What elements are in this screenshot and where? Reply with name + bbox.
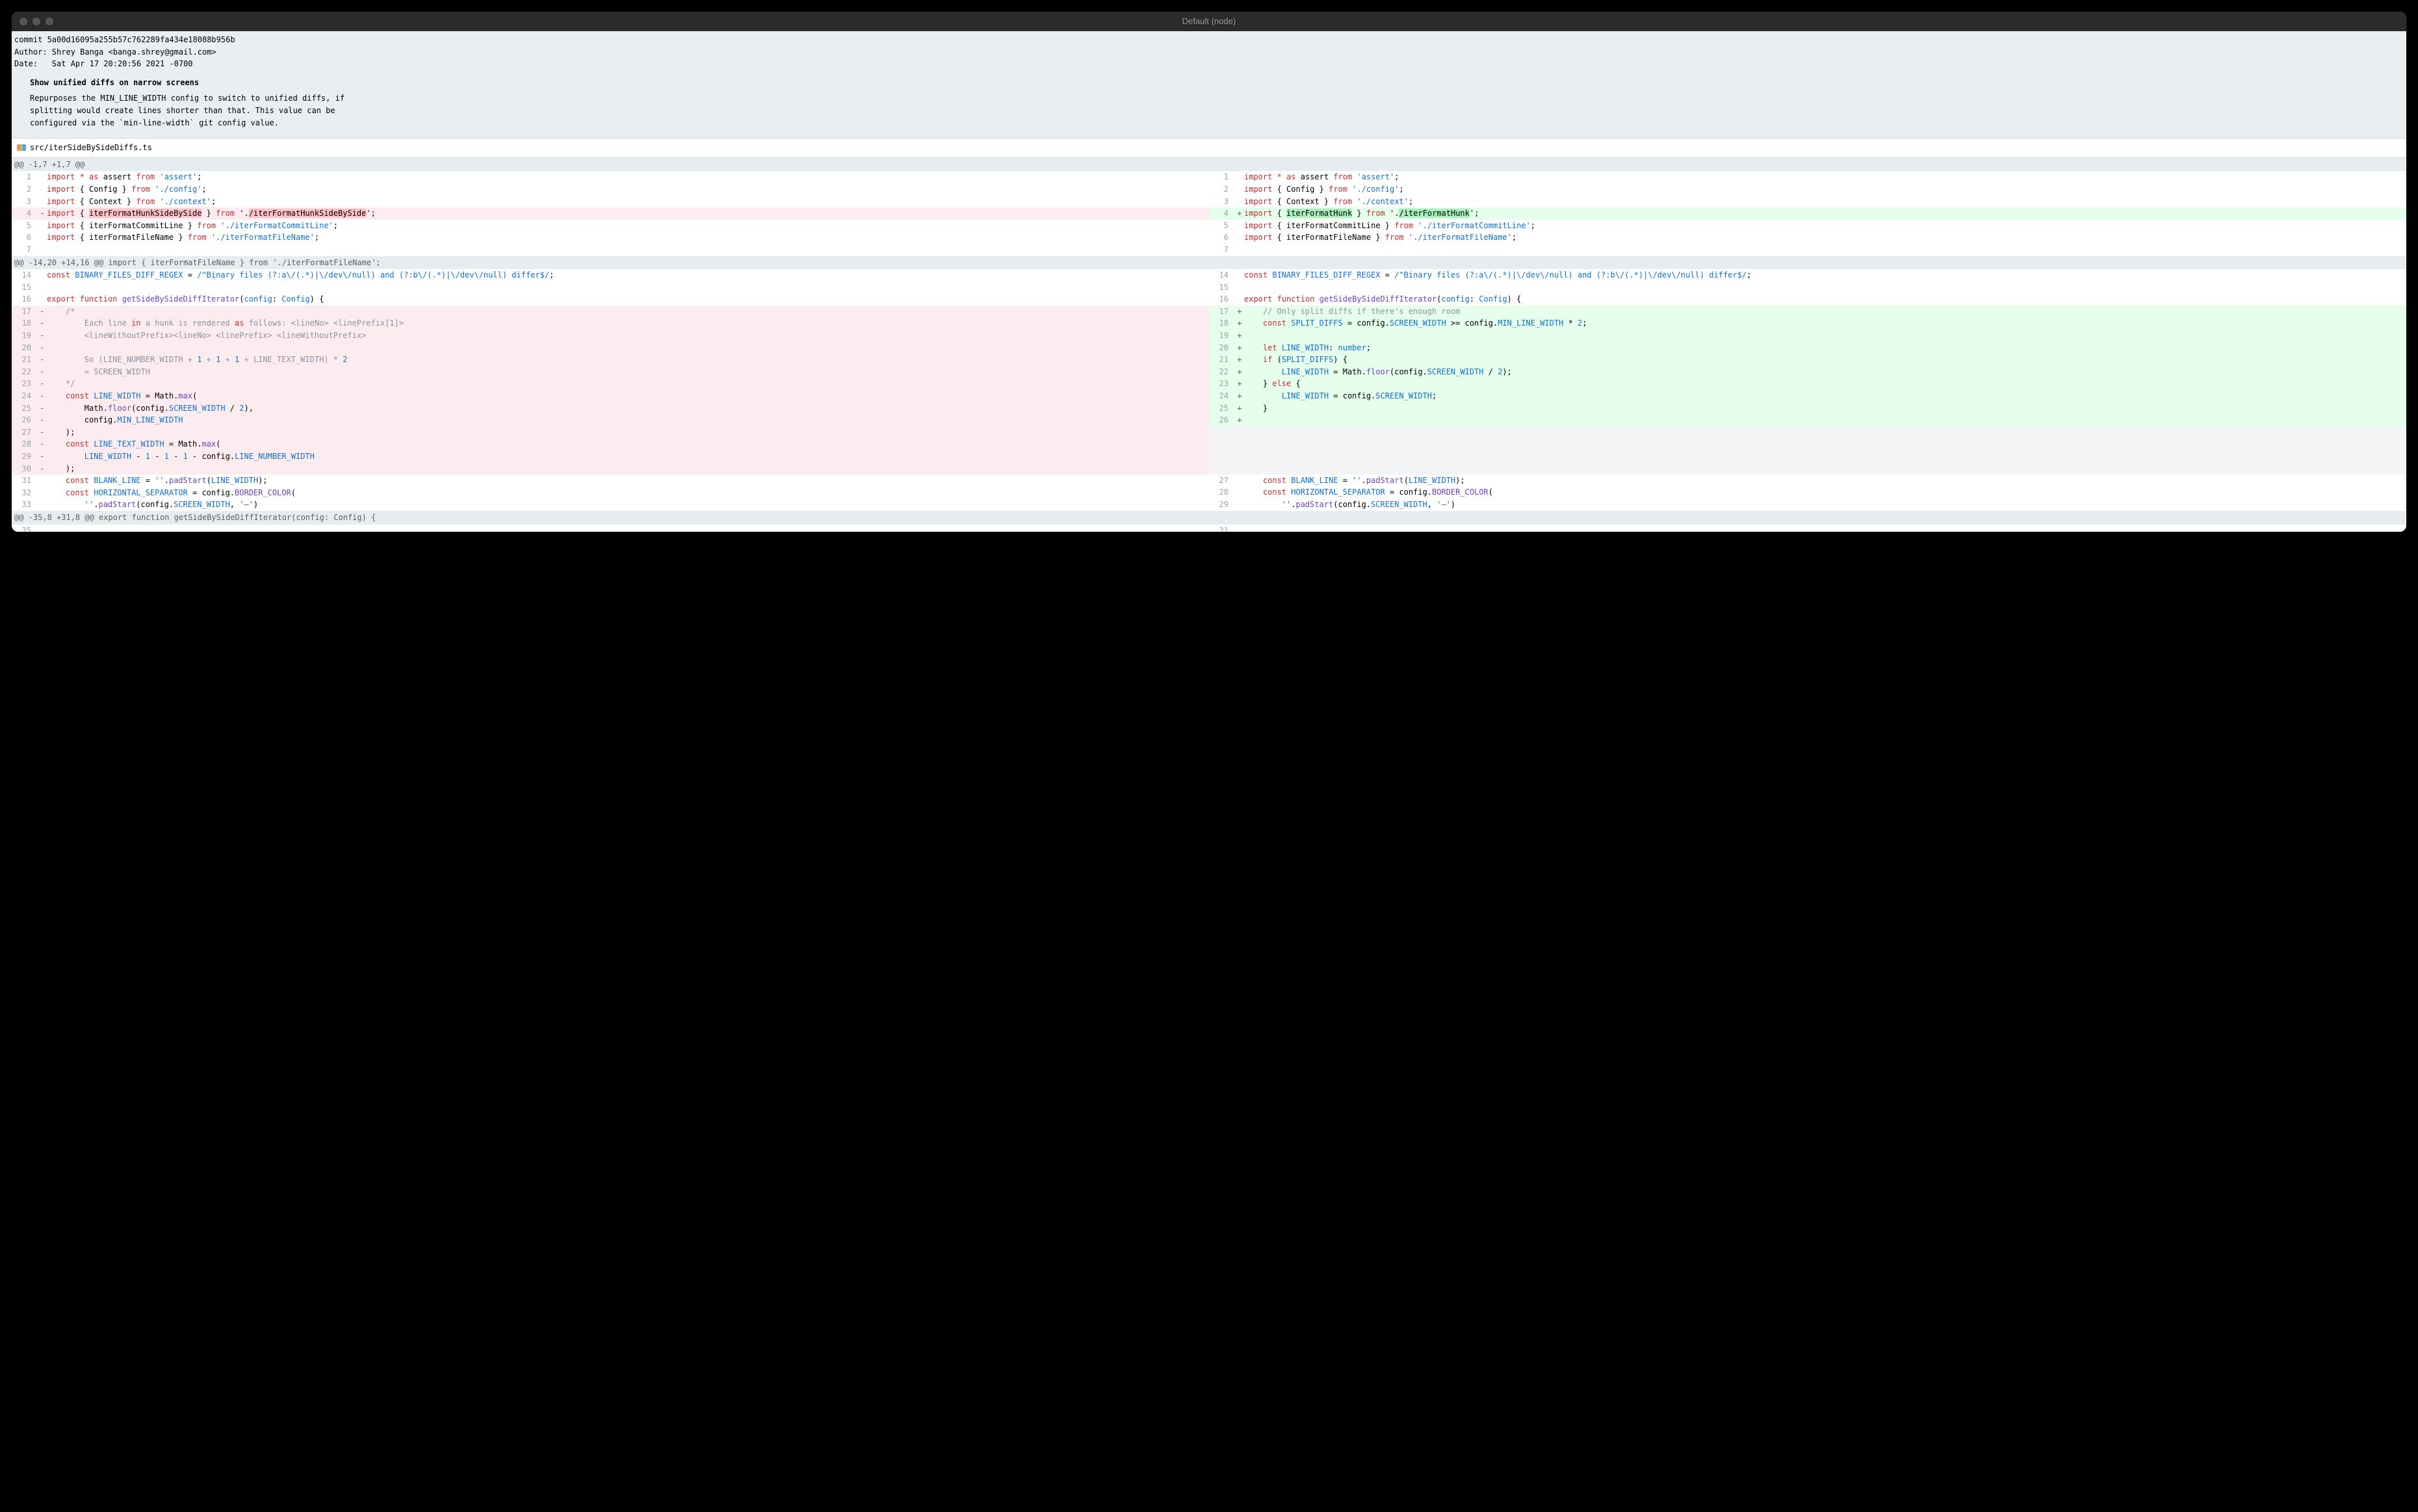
diff-line: 1 import * as assert from 'assert'; <box>12 171 1209 183</box>
commit-header: commit 5a00d16095a255b57c762289fa434e180… <box>12 31 2406 138</box>
diff-line: 31 <box>1209 525 2406 532</box>
diff-line: 6 import { iterFormatFileName } from './… <box>1209 231 2406 244</box>
diff-line: 7 <box>12 244 1209 256</box>
commit-subject: Show unified diffs on narrow screens <box>12 70 2406 93</box>
diff-line: 16 export function getSideBySideDiffIter… <box>1209 293 2406 306</box>
diff-line: 19+ <box>1209 330 2406 342</box>
diff-line: 25+ } <box>1209 402 2406 415</box>
diff-line: 5 import { iterFormatCommitLine } from '… <box>1209 220 2406 232</box>
diff-line: 25- Math.floor(config.SCREEN_WIDTH / 2), <box>12 402 1209 415</box>
hunk-header: @@ -1,7 +1,7 @@ <box>12 158 2406 172</box>
diff-line: 26+ <box>1209 414 2406 426</box>
hunk-header: @@ -35,8 +31,8 @@ export function getSid… <box>12 511 2406 525</box>
diff-line: 2 import { Config } from './config'; <box>1209 183 2406 196</box>
commit-author: Author: Shrey Banga <banga.shrey@gmail.c… <box>12 46 2406 59</box>
left-pane: 1 import * as assert from 'assert'; 2 im… <box>12 171 1209 255</box>
commit-hash: commit 5a00d16095a255b57c762289fa434e180… <box>12 34 2406 46</box>
diff-line: 21+ if (SPLIT_DIFFS) { <box>1209 354 2406 366</box>
diff-line <box>1209 438 2406 450</box>
diff-line: 29 ''.padStart(config.SCREEN_WIDTH, '—') <box>1209 499 2406 511</box>
titlebar[interactable]: Default (node) <box>12 12 2406 31</box>
diff-panes: 14 const BINARY_FILES_DIFF_REGEX = /^Bin… <box>12 269 2406 511</box>
diff-line: 20+ let LINE_WIDTH: number; <box>1209 342 2406 354</box>
diff-line: 6 import { iterFormatFileName } from './… <box>12 231 1209 244</box>
diff-line: 32 const HORIZONTAL_SEPARATOR = config.B… <box>12 487 1209 499</box>
diff-panes: 1 import * as assert from 'assert'; 2 im… <box>12 171 2406 255</box>
diff-line: 27- ); <box>12 426 1209 439</box>
diff-line: 17+ // Only split diffs if there's enoug… <box>1209 306 2406 318</box>
diff-line: 3 import { Context } from './context'; <box>12 196 1209 208</box>
diff-line: 18+ const SPLIT_DIFFS = config.SCREEN_WI… <box>1209 317 2406 330</box>
diff-line: 14 const BINARY_FILES_DIFF_REGEX = /^Bin… <box>12 269 1209 281</box>
diff-panes: 35 36 const context: Context = { 37 ...c… <box>12 525 2406 532</box>
diff-line: 1 import * as assert from 'assert'; <box>1209 171 2406 183</box>
diff-line: 15 <box>12 281 1209 294</box>
diff-line: 29- LINE_WIDTH - 1 - 1 - 1 - config.LINE… <box>12 450 1209 463</box>
right-pane: 14 const BINARY_FILES_DIFF_REGEX = /^Bin… <box>1209 269 2406 511</box>
commit-body: Repurposes the MIN_LINE_WIDTH config to … <box>12 92 2406 130</box>
diff-line: 31 const BLANK_LINE = ''.padStart(LINE_W… <box>12 475 1209 487</box>
diff-line: 21- So (LINE_NUMBER_WIDTH + 1 + 1 + 1 + … <box>12 354 1209 366</box>
diff-line: 14 const BINARY_FILES_DIFF_REGEX = /^Bin… <box>1209 269 2406 281</box>
left-pane: 35 36 const context: Context = { 37 ...c… <box>12 525 1209 532</box>
diff-line: 5 import { iterFormatCommitLine } from '… <box>12 220 1209 232</box>
terminal-window: Default (node) commit 5a00d16095a255b57c… <box>12 12 2406 532</box>
diff-line: 23+ } else { <box>1209 378 2406 390</box>
file-header: src/iterSideBySideDiffs.ts <box>12 138 2406 158</box>
diff-line: 7 <box>1209 244 2406 256</box>
diff-line <box>1209 426 2406 439</box>
right-pane: 31 32 const context: Context = { 33 ...c… <box>1209 525 2406 532</box>
diff-line: 35 <box>12 525 1209 532</box>
diff-line: 20- <box>12 342 1209 354</box>
diff-line: 28 const HORIZONTAL_SEPARATOR = config.B… <box>1209 486 2406 499</box>
diff-line: 26- config.MIN_LINE_WIDTH <box>12 414 1209 426</box>
window-title: Default (node) <box>12 15 2406 28</box>
file-icon <box>17 144 26 151</box>
diff-line: 18- Each line in a hunk is rendered as f… <box>12 317 1209 330</box>
diff-line <box>1209 450 2406 463</box>
diff-line: 30- ); <box>12 463 1209 475</box>
diff-line: 28- const LINE_TEXT_WIDTH = Math.max( <box>12 438 1209 450</box>
diff-line: 33 ''.padStart(config.SCREEN_WIDTH, '—') <box>12 499 1209 511</box>
diff-line: 22+ LINE_WIDTH = Math.floor(config.SCREE… <box>1209 366 2406 378</box>
diff-line: 4+import { iterFormatHunk } from './iter… <box>1209 207 2406 220</box>
diff-line: 23- */ <box>12 378 1209 390</box>
diff-line: 24- const LINE_WIDTH = Math.max( <box>12 390 1209 402</box>
commit-date: Date: Sat Apr 17 20:20:56 2021 -0700 <box>12 58 2406 70</box>
diff-line: 19- <lineWithoutPrefix><lineNo> <linePre… <box>12 330 1209 342</box>
diff-line: 17- /* <box>12 306 1209 318</box>
diff-line: 4-import { iterFormatHunkSideBySide } fr… <box>12 207 1209 220</box>
diff-line: 16 export function getSideBySideDiffIter… <box>12 293 1209 306</box>
diff-line <box>1209 462 2406 475</box>
diff-line: 22- = SCREEN_WIDTH <box>12 366 1209 378</box>
diff-line: 15 <box>1209 281 2406 294</box>
right-pane: 1 import * as assert from 'assert'; 2 im… <box>1209 171 2406 255</box>
diff-line: 3 import { Context } from './context'; <box>1209 196 2406 208</box>
hunk-header: @@ -14,20 +14,16 @@ import { iterFormatF… <box>12 256 2406 270</box>
diff-content[interactable]: commit 5a00d16095a255b57c762289fa434e180… <box>12 31 2406 532</box>
diff-line: 2 import { Config } from './config'; <box>12 183 1209 196</box>
diff-line: 24+ LINE_WIDTH = config.SCREEN_WIDTH; <box>1209 390 2406 402</box>
left-pane: 14 const BINARY_FILES_DIFF_REGEX = /^Bin… <box>12 269 1209 511</box>
file-path: src/iterSideBySideDiffs.ts <box>30 142 152 154</box>
diff-line: 27 const BLANK_LINE = ''.padStart(LINE_W… <box>1209 475 2406 487</box>
